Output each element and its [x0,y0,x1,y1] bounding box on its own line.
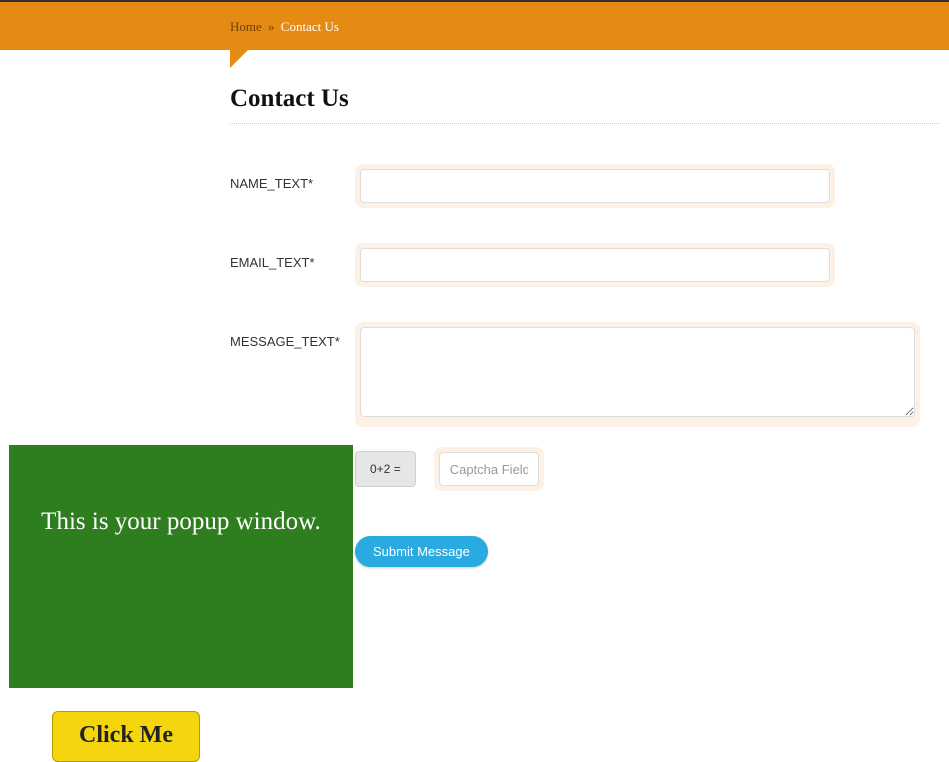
captcha-row: 0+2 = [355,447,939,491]
captcha-question: 0+2 = [355,451,416,487]
form-row-email: EMAIL_TEXT* [230,243,939,287]
breadcrumb-separator: » [268,19,275,34]
breadcrumb: Home » Contact Us [230,19,339,35]
name-label: NAME_TEXT* [230,164,355,191]
message-input-wrapper [355,322,920,427]
form-row-name: NAME_TEXT* [230,164,939,208]
header-bar: Home » Contact Us [0,2,949,50]
popup-text: This is your popup window. [21,505,341,539]
breadcrumb-current: Contact Us [281,19,339,34]
email-label: EMAIL_TEXT* [230,243,355,270]
captcha-input-wrapper [434,447,544,491]
submit-button[interactable]: Submit Message [355,536,488,567]
submit-row: Submit Message [355,536,939,567]
name-input-wrapper [355,164,835,208]
message-textarea[interactable] [360,327,915,417]
popup-window: This is your popup window. [9,445,353,688]
form-row-message: MESSAGE_TEXT* [230,322,939,427]
click-me-button[interactable]: Click Me [52,711,200,762]
title-underline [230,123,939,124]
name-input[interactable] [360,169,830,203]
email-input[interactable] [360,248,830,282]
email-input-wrapper [355,243,835,287]
breadcrumb-arrow-icon [230,50,248,68]
page-title: Contact Us [230,85,939,113]
breadcrumb-home-link[interactable]: Home [230,19,262,34]
captcha-input[interactable] [439,452,539,486]
message-label: MESSAGE_TEXT* [230,322,355,349]
